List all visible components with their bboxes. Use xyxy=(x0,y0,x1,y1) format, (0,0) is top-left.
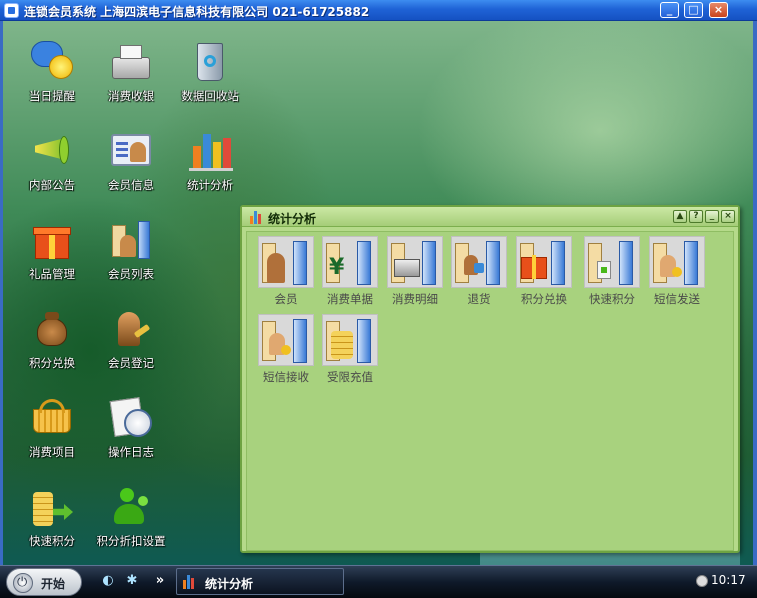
stat-item-label: 会员 xyxy=(274,292,298,306)
gift-stats-icon xyxy=(516,236,572,288)
desktop-icon-label: 快速积分 xyxy=(29,534,75,548)
gift-box-icon xyxy=(29,217,75,263)
power-icon xyxy=(13,573,33,593)
window-title: 连锁会员系统 上海四滨电子信息科技有限公司 021-61725882 xyxy=(24,5,370,19)
cash-register-icon xyxy=(108,39,154,85)
stat-item-label: 退货 xyxy=(467,292,491,306)
desktop-icon-quick-points[interactable]: 快速积分 xyxy=(14,484,90,565)
desktop-icon-label: 消费收银 xyxy=(108,89,154,103)
desktop-icon-label: 会员列表 xyxy=(108,267,154,281)
stat-item-returns[interactable]: 退货 xyxy=(448,236,510,308)
coins-stats-icon xyxy=(322,314,378,366)
desktop-icon-label: 积分折扣设置 xyxy=(96,534,166,548)
panel-close-button[interactable]: × xyxy=(721,210,735,223)
desktop-icon-member-register[interactable]: 会员登记 xyxy=(93,306,169,388)
desktop-icon-label: 礼品管理 xyxy=(29,267,75,281)
stat-item-points-exchange[interactable]: 积分兑换 xyxy=(513,236,575,308)
stat-item-label: 积分兑换 xyxy=(521,292,567,306)
smiley-bubble-icon xyxy=(29,39,75,85)
stat-item-consume-details[interactable]: 消费明细 xyxy=(384,236,446,308)
stat-item-restricted-recharge[interactable]: 受限充值 xyxy=(319,314,381,386)
coins-arrow-icon xyxy=(29,484,75,530)
desktop-icon-notice[interactable]: 内部公告 xyxy=(14,128,90,210)
register-stats-icon xyxy=(387,236,443,288)
panel-minimize-button[interactable]: _ xyxy=(705,210,719,223)
stat-item-sms-send[interactable]: 短信发送 xyxy=(646,236,708,308)
desktop-icon-points-exchange[interactable]: 积分兑换 xyxy=(14,306,90,388)
app-icon xyxy=(4,3,19,18)
panel-title: 统计分析 xyxy=(268,212,317,226)
panel-body: 会员 ¥ 消费单据 消费明细 退货 积分兑换 快速积分 短信发送 短信接收 受限… xyxy=(246,231,734,551)
shopping-basket-icon xyxy=(29,395,75,441)
desktop-icon-label: 统计分析 xyxy=(187,178,233,192)
stat-item-label: 受限充值 xyxy=(327,370,373,384)
return-stats-icon xyxy=(451,236,507,288)
start-label: 开始 xyxy=(41,577,66,591)
stat-item-consume-receipts[interactable]: ¥ 消费单据 xyxy=(319,236,381,308)
member-stats-icon xyxy=(258,236,314,288)
clock-log-icon xyxy=(108,395,154,441)
stat-item-label: 短信发送 xyxy=(654,292,700,306)
statistics-panel: 统计分析 ▲ ? _ × 会员 ¥ 消费单据 消费明细 退货 积分兑换 快速积分… xyxy=(240,205,740,553)
stat-item-label: 快速积分 xyxy=(589,292,635,306)
desktop-icon-label: 内部公告 xyxy=(29,178,75,192)
quick-points-stats-icon xyxy=(584,236,640,288)
stat-item-label: 消费明细 xyxy=(392,292,438,306)
desktop-icon-points-discount-setting[interactable]: 积分折扣设置 xyxy=(93,484,169,565)
bluetooth-icon[interactable]: ✱ xyxy=(124,573,140,589)
member-card-icon xyxy=(108,128,154,174)
stat-item-sms-receive[interactable]: 短信接收 xyxy=(255,314,317,386)
sms-send-stats-icon xyxy=(649,236,705,288)
window-left-border xyxy=(0,21,3,565)
desktop-icon-label: 数据回收站 xyxy=(181,89,239,103)
member-list-icon xyxy=(108,217,154,263)
desktop-icon-label: 当日提醒 xyxy=(29,89,75,103)
desktop-icon-gifts[interactable]: 礼品管理 xyxy=(14,217,90,299)
panel-help-button[interactable]: ? xyxy=(689,210,703,223)
member-register-icon xyxy=(108,306,154,352)
desktop-icon-consume-items[interactable]: 消费项目 xyxy=(14,395,90,477)
desktop-icon-member-info[interactable]: 会员信息 xyxy=(93,128,169,210)
bar-chart-icon xyxy=(249,210,264,224)
chevron-right-icon[interactable]: » xyxy=(152,573,168,589)
taskbar: 开始 ◐ ✱ » 统计分析 10:17 xyxy=(0,565,757,598)
mouse-icon[interactable]: ◐ xyxy=(100,573,116,589)
desktop-icon-label: 积分兑换 xyxy=(29,356,75,370)
desktop-icon-recycle-bin[interactable]: 数据回收站 xyxy=(172,39,248,121)
start-button[interactable]: 开始 xyxy=(6,568,82,596)
panel-collapse-button[interactable]: ▲ xyxy=(673,210,687,223)
bar-chart-icon xyxy=(187,128,233,174)
taskbar-clock[interactable]: 10:17 xyxy=(711,573,746,587)
taskbar-item-statistics[interactable]: 统计分析 xyxy=(176,568,344,595)
maximize-button[interactable]: □ xyxy=(684,2,703,18)
window-right-border xyxy=(753,21,757,565)
stat-item-quick-points[interactable]: 快速积分 xyxy=(581,236,643,308)
money-bag-icon xyxy=(29,306,75,352)
desktop-icon-cashier[interactable]: 消费收银 xyxy=(93,39,169,121)
desktop-icon-statistics[interactable]: 统计分析 xyxy=(172,128,248,210)
sms-receive-stats-icon xyxy=(258,314,314,366)
stat-item-label: 消费单据 xyxy=(327,292,373,306)
green-people-icon xyxy=(108,484,154,530)
desktop-icon-operation-log[interactable]: 操作日志 xyxy=(93,395,169,477)
minimize-button[interactable]: _ xyxy=(660,2,679,18)
desktop-icon-reminder[interactable]: 当日提醒 xyxy=(14,39,90,121)
desktop-icon-label: 操作日志 xyxy=(108,445,154,459)
desktop-icon-label: 会员信息 xyxy=(108,178,154,192)
clock-icon xyxy=(696,575,708,587)
yen-stats-icon: ¥ xyxy=(322,236,378,288)
close-button[interactable]: × xyxy=(709,2,728,18)
recycle-bin-icon xyxy=(187,39,233,85)
desktop-icon-label: 消费项目 xyxy=(29,445,75,459)
bar-chart-icon xyxy=(182,574,198,590)
panel-header[interactable]: 统计分析 ▲ ? _ × xyxy=(242,207,738,227)
window-titlebar: 连锁会员系统 上海四滨电子信息科技有限公司 021-61725882 _ □ × xyxy=(0,0,757,21)
megaphone-icon xyxy=(29,128,75,174)
stat-item-member[interactable]: 会员 xyxy=(255,236,317,308)
desktop-icon-member-list[interactable]: 会员列表 xyxy=(93,217,169,299)
desktop-icon-label: 会员登记 xyxy=(108,356,154,370)
taskbar-item-label: 统计分析 xyxy=(205,577,254,591)
stat-item-label: 短信接收 xyxy=(263,370,309,384)
